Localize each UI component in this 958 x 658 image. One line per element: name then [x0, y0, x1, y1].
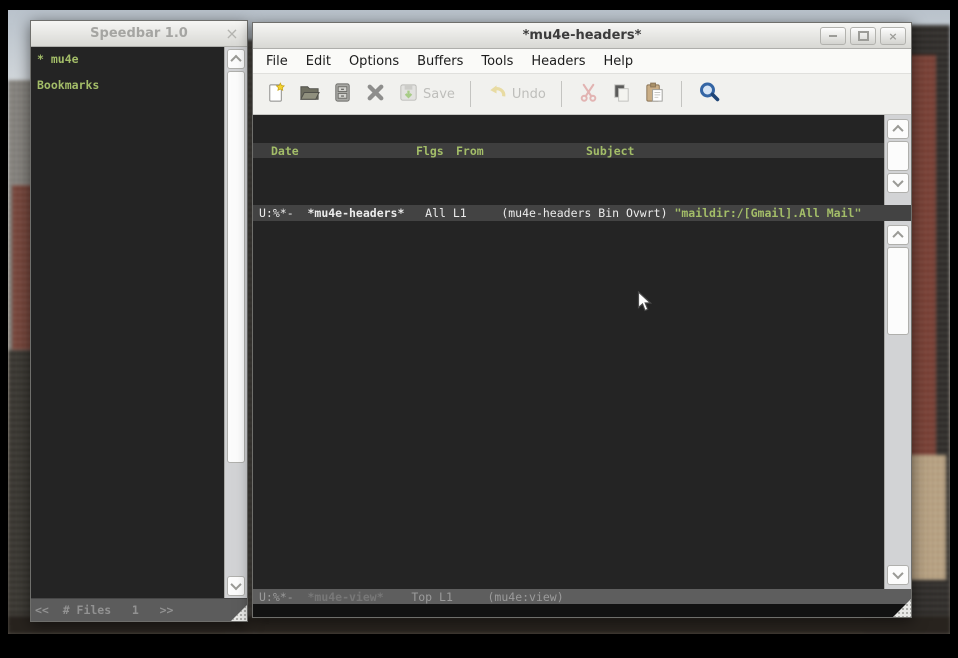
scrollbar-thumb[interactable]: [887, 141, 909, 171]
toolbar: Save Undo: [253, 74, 911, 115]
modeline-buffer-name: *mu4e-view*: [307, 590, 383, 604]
minimize-button[interactable]: [820, 27, 846, 45]
save-icon: [397, 81, 420, 108]
headers-column-row: Date Flgs From Subject: [253, 143, 884, 158]
headers-modeline: U:%*- *mu4e-headers* All L1 (mu4e-header…: [253, 205, 911, 221]
menu-file[interactable]: File: [257, 52, 297, 71]
file-cabinet-icon: [331, 81, 354, 108]
speedbar-statusbar: << # Files 1 >>: [31, 598, 247, 621]
menu-headers[interactable]: Headers: [522, 52, 594, 71]
modeline-flags: U:%*-: [259, 206, 307, 220]
column-from[interactable]: From: [456, 144, 586, 158]
mu4e-headers-pane: Date Flgs From Subject End of search res…: [253, 115, 911, 205]
save-label: Save: [423, 87, 455, 102]
scrollbar-thumb[interactable]: [227, 71, 245, 463]
speedbar-resize-grip[interactable]: [231, 605, 247, 621]
view-modeline: U:%*- *mu4e-view* Top L1 (mu4e:view): [253, 589, 911, 604]
scroll-up-icon[interactable]: [887, 225, 909, 245]
modeline-position: All L1 (mu4e-headers Bin Ovwrt): [404, 206, 674, 220]
scissors-icon: [577, 81, 600, 108]
close-button[interactable]: ×: [880, 27, 906, 45]
speedbar-minimize-icon[interactable]: [174, 25, 194, 41]
menu-edit[interactable]: Edit: [297, 52, 340, 71]
toolbar-separator: [470, 81, 471, 107]
speedbar-root-item[interactable]: * mu4e: [31, 53, 224, 66]
toolbar-dired-button[interactable]: [331, 81, 354, 108]
scroll-up-icon[interactable]: [887, 119, 909, 139]
column-subject[interactable]: Subject: [586, 144, 884, 158]
new-file-icon: [265, 81, 288, 108]
mouse-cursor: [637, 291, 652, 317]
modeline-query: "maildir:/[Gmail].All Mail": [674, 206, 861, 220]
speedbar-content: * mu4e Bookmarks: [31, 47, 224, 598]
scroll-down-icon[interactable]: [227, 576, 245, 596]
mu4e-window: *mu4e-headers* × FileEditOptionsBuffersT…: [252, 22, 912, 618]
modeline-position: Top L1 (mu4e:view): [384, 590, 564, 604]
toolbar-open-button[interactable]: [298, 81, 321, 108]
speedbar-root-label: mu4e: [44, 52, 79, 66]
menu-options[interactable]: Options: [340, 52, 408, 71]
search-icon: [697, 80, 721, 108]
scrollbar-thumb[interactable]: [887, 247, 909, 335]
toolbar-new-file-button[interactable]: [265, 81, 288, 108]
speedbar-maximize-icon[interactable]: [198, 25, 218, 41]
headers-scrollbar[interactable]: [884, 115, 911, 205]
close-x-icon: [364, 81, 387, 108]
desktop-background: Speedbar 1.0 × * mu4e Bookmarks << # File…: [8, 10, 950, 634]
toolbar-close-buffer-button[interactable]: [364, 81, 387, 108]
scroll-down-icon[interactable]: [887, 565, 909, 585]
mu4e-window-title: *mu4e-headers*: [523, 28, 642, 43]
modeline-flags: U:%*-: [259, 590, 307, 604]
speedbar-status-text: << # Files 1 >>: [35, 603, 173, 617]
menu-tools[interactable]: Tools: [472, 52, 522, 71]
toolbar-search-button[interactable]: [697, 80, 721, 108]
minibuffer[interactable]: [253, 604, 911, 617]
paste-icon: [643, 81, 666, 108]
open-folder-icon: [298, 81, 321, 108]
column-flags[interactable]: Flgs: [416, 144, 456, 158]
expander-icon[interactable]: *: [37, 52, 44, 66]
view-scrollbar[interactable]: [884, 221, 911, 589]
toolbar-cut-button[interactable]: [577, 81, 600, 108]
undo-label: Undo: [512, 87, 546, 102]
copy-icon: [610, 81, 633, 108]
speedbar-window: Speedbar 1.0 × * mu4e Bookmarks << # File…: [30, 20, 248, 622]
maximize-button[interactable]: [850, 27, 876, 45]
speedbar-titlebar[interactable]: Speedbar 1.0 ×: [31, 21, 247, 47]
undo-icon: [486, 81, 509, 108]
column-date[interactable]: Date: [271, 144, 416, 158]
toolbar-separator: [561, 81, 562, 107]
speedbar-section-bookmarks: Bookmarks: [31, 79, 224, 92]
mu4e-titlebar[interactable]: *mu4e-headers* ×: [253, 23, 911, 49]
toolbar-paste-button[interactable]: [643, 81, 666, 108]
scroll-up-icon[interactable]: [227, 49, 245, 69]
menu-buffers[interactable]: Buffers: [408, 52, 472, 71]
speedbar-scrollbar[interactable]: [224, 47, 247, 598]
speedbar-close-icon[interactable]: ×: [222, 25, 242, 41]
modeline-buffer-name: *mu4e-headers*: [307, 206, 404, 220]
toolbar-separator: [681, 81, 682, 107]
menu-help[interactable]: Help: [595, 52, 643, 71]
mu4e-view-pane: [253, 221, 911, 589]
toolbar-undo-button[interactable]: Undo: [486, 81, 546, 108]
menu-bar: FileEditOptionsBuffersToolsHeadersHelp: [253, 49, 911, 74]
toolbar-copy-button[interactable]: [610, 81, 633, 108]
toolbar-save-button[interactable]: Save: [397, 81, 455, 108]
scroll-down-icon[interactable]: [887, 173, 909, 193]
